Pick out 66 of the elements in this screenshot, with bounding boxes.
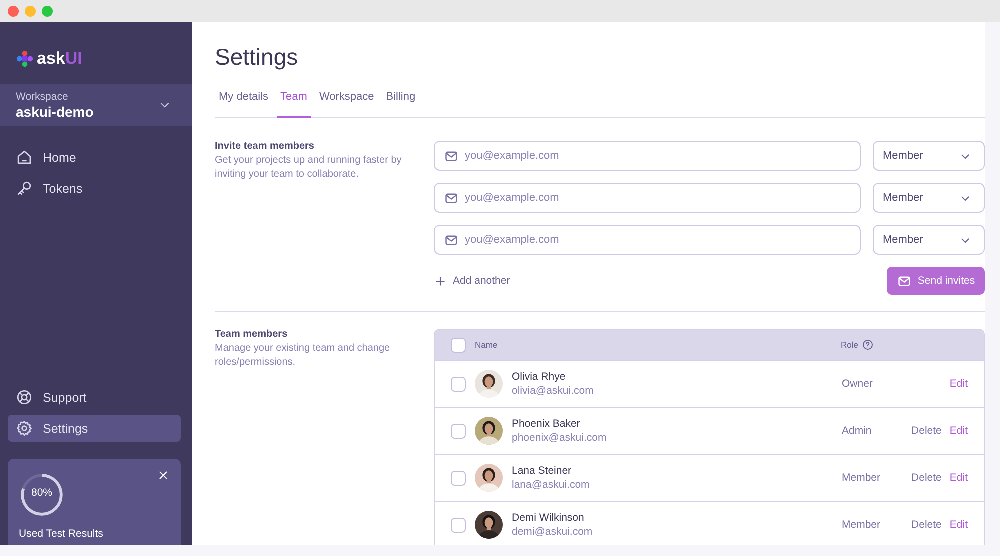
member-email: olivia@askui.com xyxy=(512,385,595,397)
edit-link[interactable]: Edit xyxy=(950,472,968,484)
checkbox[interactable] xyxy=(451,470,466,486)
member-email: phoenix@askui.com xyxy=(512,432,608,444)
tab[interactable]: My details xyxy=(215,83,273,118)
role-dropdown[interactable]: Member xyxy=(873,183,985,213)
member-role: Owner xyxy=(842,378,874,390)
logo-text: askUI xyxy=(37,49,82,69)
role-dropdown[interactable]: Member xyxy=(873,141,985,171)
sidebar-item[interactable]: Tokens xyxy=(8,175,181,202)
progress-ring xyxy=(19,472,65,518)
member-name: Phoenix Baker xyxy=(512,418,582,430)
minimize-window-button[interactable] xyxy=(25,6,36,16)
key-icon xyxy=(16,180,33,197)
edit-link[interactable]: Edit xyxy=(950,378,968,390)
email-field[interactable]: you@example.com xyxy=(434,225,861,255)
tab[interactable]: Workspace xyxy=(315,83,378,118)
home-icon xyxy=(16,149,33,166)
section-heading: Team members xyxy=(215,329,289,340)
sidebar-item[interactable]: Support xyxy=(8,384,181,411)
member-role: Admin xyxy=(842,425,873,437)
column-header: Role xyxy=(841,340,858,350)
checkbox[interactable] xyxy=(451,376,466,392)
settings-icon xyxy=(16,420,33,437)
progress-percent: 80% xyxy=(30,487,54,499)
role-dropdown[interactable]: Member xyxy=(873,225,985,255)
send-invites-button[interactable]: Send invites xyxy=(887,267,985,295)
workspace-selector[interactable]: Workspace askui-demo xyxy=(0,84,192,126)
usage-label: Used Test Results xyxy=(19,528,104,540)
email-field[interactable]: you@example.com xyxy=(434,183,861,213)
plus-icon xyxy=(434,274,447,288)
workspace-label: Workspace xyxy=(16,90,70,102)
checkbox[interactable] xyxy=(451,338,466,352)
close-window-button[interactable] xyxy=(8,6,19,16)
edit-link[interactable]: Edit xyxy=(950,519,968,531)
member-role: Member xyxy=(842,519,882,531)
section-heading: Invite team members xyxy=(215,141,316,152)
help-icon xyxy=(862,339,874,351)
edit-link[interactable]: Edit xyxy=(950,425,968,437)
delete-link[interactable]: Delete xyxy=(912,425,942,437)
page-title: Settings xyxy=(215,44,300,72)
tab[interactable]: Team xyxy=(276,83,312,118)
checkbox[interactable] xyxy=(451,424,466,438)
member-email: lana@askui.com xyxy=(512,479,591,491)
member-name: Olivia Rhye xyxy=(512,371,567,383)
member-email: demi@askui.com xyxy=(512,526,594,538)
workspace-name: askui-demo xyxy=(16,104,94,120)
section-description: Manage your existing team and change roles/permissions. xyxy=(215,342,392,370)
sidebar-item[interactable]: Home xyxy=(8,144,181,171)
member-name: Demi Wilkinson xyxy=(512,512,586,524)
member-name: Lana Steiner xyxy=(512,465,573,477)
member-role: Member xyxy=(842,472,882,484)
email-field[interactable]: you@example.com xyxy=(434,141,861,171)
checkbox[interactable] xyxy=(451,518,466,532)
lifebuoy-icon xyxy=(16,389,33,406)
add-another-button[interactable]: Add another xyxy=(434,274,510,288)
section-description: Get your projects up and running faster by inviting your team to collaborate. xyxy=(215,154,403,182)
delete-link[interactable]: Delete xyxy=(912,519,942,531)
delete-link[interactable]: Delete xyxy=(912,472,942,484)
maximize-window-button[interactable] xyxy=(42,6,53,16)
close-icon xyxy=(157,469,170,482)
column-header: Name xyxy=(475,340,499,350)
tab[interactable]: Billing xyxy=(382,83,420,118)
sidebar-item[interactable]: Settings xyxy=(8,415,181,442)
logo-icon xyxy=(16,50,34,68)
close-button[interactable] xyxy=(157,469,170,482)
